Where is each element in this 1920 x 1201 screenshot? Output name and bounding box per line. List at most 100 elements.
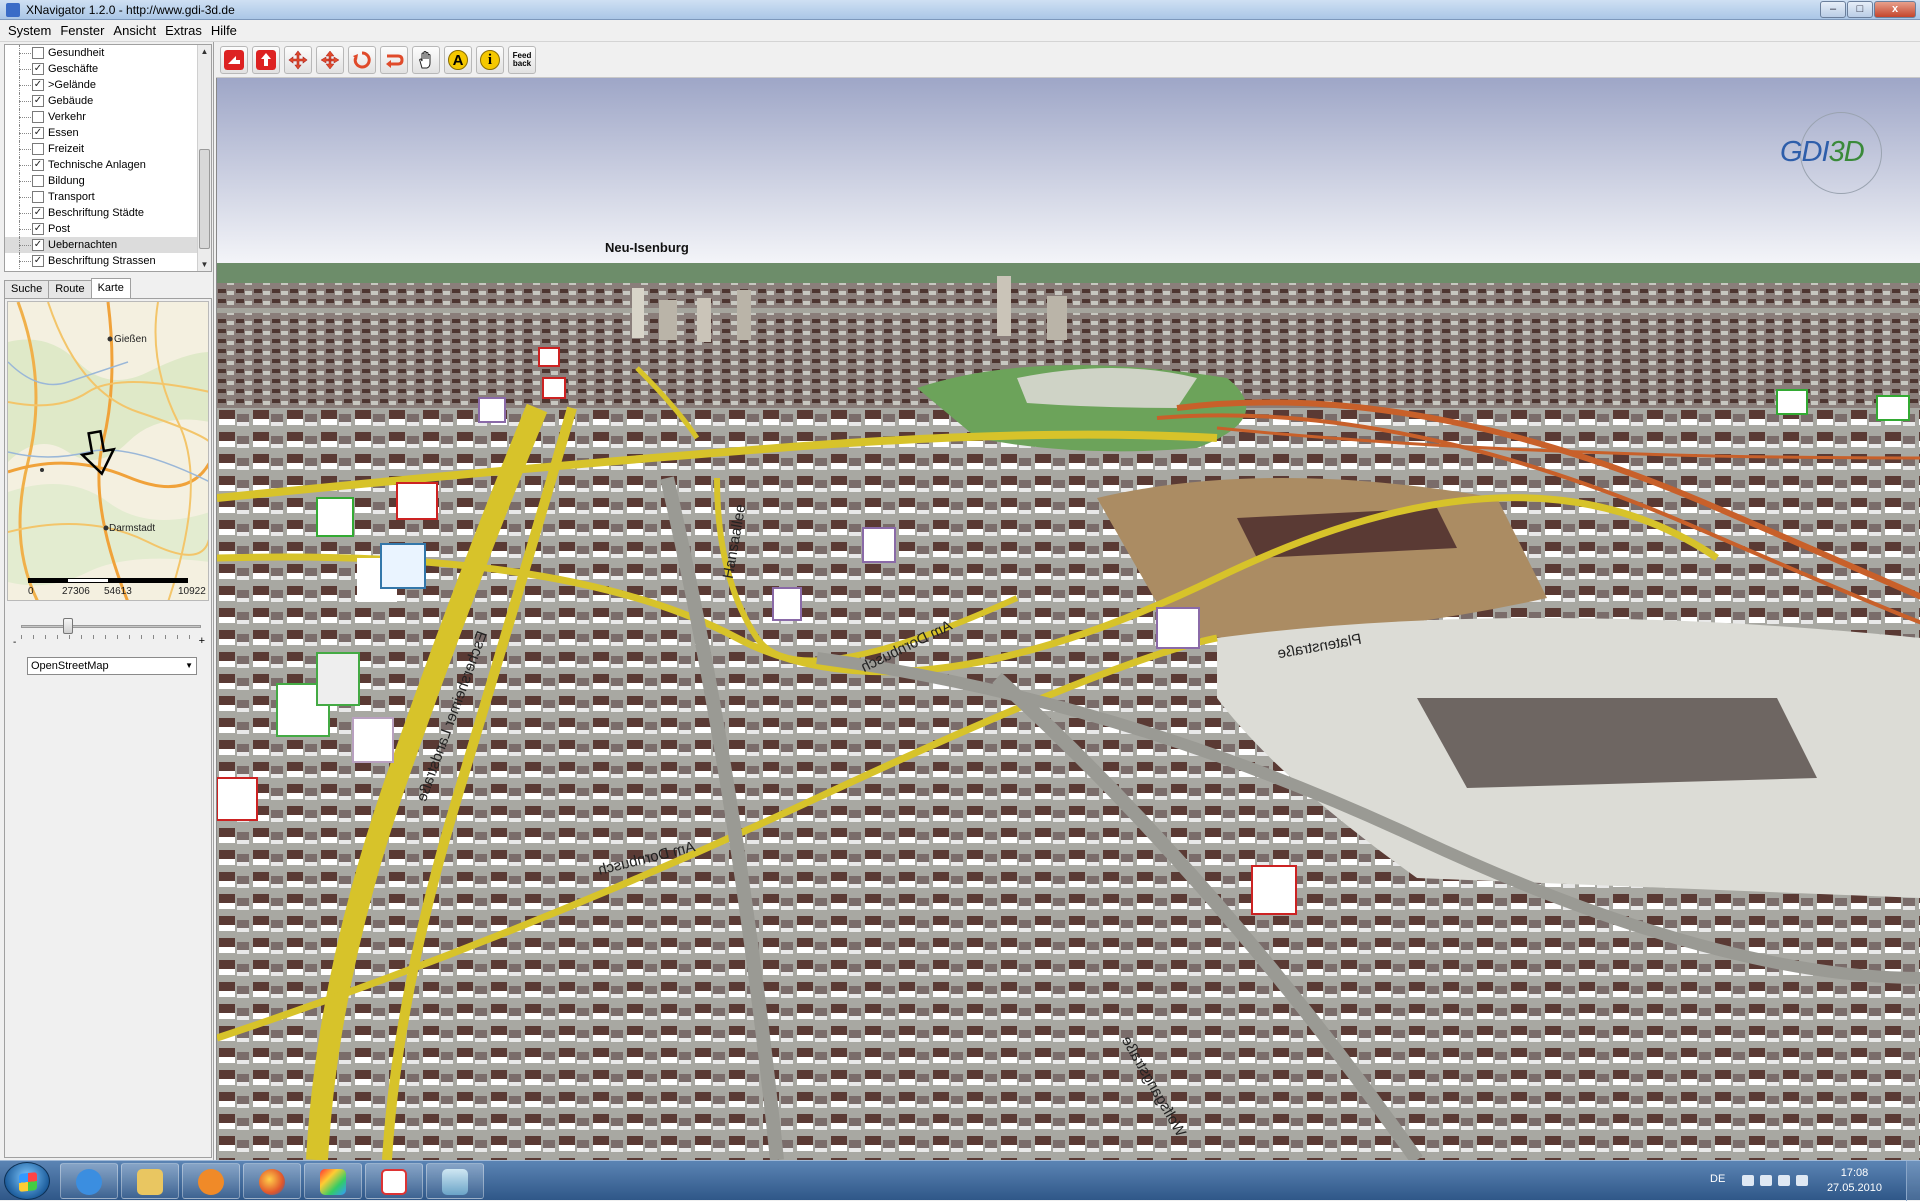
- maximize-button[interactable]: □: [1847, 1, 1873, 18]
- layer-checkbox[interactable]: ✓: [32, 255, 44, 267]
- windows-logo-icon: [19, 1172, 37, 1192]
- left-panel: Gesundheit ✓ Geschäfte ✓ >Gelände ✓ Gebäude Ver…: [0, 42, 214, 1160]
- tray-arrow-icon[interactable]: [1742, 1175, 1754, 1186]
- layer-checkbox[interactable]: ✓: [32, 239, 44, 251]
- layer-checkbox[interactable]: [32, 175, 44, 187]
- layer-checkbox[interactable]: ✓: [32, 159, 44, 171]
- tab-suche[interactable]: Suche: [4, 280, 50, 298]
- rotate-button[interactable]: [348, 46, 376, 74]
- taskbar-xnavigator[interactable]: [426, 1163, 484, 1199]
- letter-a-icon: A: [448, 50, 468, 70]
- layer-item[interactable]: ✓ Uebernachten: [5, 237, 211, 253]
- layer-label: Post: [48, 223, 71, 235]
- layer-item[interactable]: ✓ >Gelände: [5, 77, 211, 93]
- layer-checkbox[interactable]: [32, 191, 44, 203]
- scroll-thumb[interactable]: [199, 149, 210, 249]
- layer-label: Bildung: [48, 175, 85, 187]
- label-button[interactable]: A: [444, 46, 472, 74]
- layer-label: Gebäude: [48, 95, 94, 107]
- clock[interactable]: 17:08 27.05.2010: [1827, 1166, 1882, 1196]
- overview-map[interactable]: Gießen Darmstadt 0 27306 54613 10922: [7, 301, 209, 601]
- zoom-minus-label: -: [13, 637, 17, 648]
- language-indicator[interactable]: DE: [1710, 1173, 1725, 1185]
- layer-item[interactable]: ✓ Gebäude: [5, 93, 211, 109]
- close-button[interactable]: x: [1874, 1, 1916, 18]
- pan-button[interactable]: [284, 46, 312, 74]
- overview-map-graphic: [8, 302, 208, 600]
- layer-checkbox[interactable]: ✓: [32, 207, 44, 219]
- zoom-slider[interactable]: - +: [13, 615, 205, 648]
- red-arrow-up-icon: [256, 50, 276, 70]
- layer-label: Geschäfte: [48, 63, 99, 75]
- city-scene: [217, 78, 1920, 1160]
- zoom-slider-thumb[interactable]: [63, 618, 73, 634]
- layer-label: Technische Anlagen: [48, 159, 146, 171]
- taskbar-ie[interactable]: [60, 1163, 118, 1199]
- layer-item[interactable]: Transport: [5, 189, 211, 205]
- tab-karte[interactable]: Karte: [90, 278, 131, 298]
- map-source-select[interactable]: OpenStreetMap ▼: [27, 657, 197, 675]
- layer-label: Beschriftung Städte: [48, 207, 145, 219]
- menu-ansicht[interactable]: Ansicht: [111, 20, 163, 41]
- layer-item[interactable]: ✓ Post: [5, 221, 211, 237]
- scroll-up-icon[interactable]: ▲: [198, 45, 211, 58]
- taskbar-firefox[interactable]: [243, 1163, 301, 1199]
- show-desktop-button[interactable]: [1906, 1161, 1920, 1201]
- flag-icon[interactable]: [1760, 1175, 1772, 1186]
- layer-checkbox[interactable]: ✓: [32, 79, 44, 91]
- menu-fenster[interactable]: Fenster: [58, 20, 111, 41]
- taskbar-media-player[interactable]: [182, 1163, 240, 1199]
- move-button[interactable]: [316, 46, 344, 74]
- menu-system[interactable]: System: [6, 20, 58, 41]
- layer-checkbox[interactable]: ✓: [32, 63, 44, 75]
- hand-button[interactable]: [412, 46, 440, 74]
- city-label-neu-isenburg: Neu-Isenburg: [605, 240, 689, 255]
- minimize-button[interactable]: –: [1820, 1, 1846, 18]
- tab-route[interactable]: Route: [48, 280, 92, 298]
- paint-icon: [320, 1169, 346, 1195]
- layer-item[interactable]: Freizeit: [5, 141, 211, 157]
- layer-label: Beschriftung Strassen: [48, 255, 156, 267]
- explorer-icon: [137, 1169, 163, 1195]
- layer-item[interactable]: ✓ Beschriftung Strassen: [5, 253, 211, 269]
- layer-checkbox[interactable]: ✓: [32, 95, 44, 107]
- network-icon[interactable]: [1778, 1175, 1790, 1186]
- red-arrow-forward-icon: [224, 50, 244, 70]
- layer-item[interactable]: ✓ Beschriftung Städte: [5, 205, 211, 221]
- layer-checkbox[interactable]: [32, 47, 44, 59]
- scroll-down-icon[interactable]: ▼: [198, 258, 211, 271]
- java-icon: [381, 1169, 407, 1195]
- layer-item[interactable]: ✓ Essen: [5, 125, 211, 141]
- move-up-button[interactable]: [252, 46, 280, 74]
- taskbar-paint[interactable]: [304, 1163, 362, 1199]
- layer-item[interactable]: Verkehr: [5, 109, 211, 125]
- layer-tree-scrollbar[interactable]: ▲ ▼: [197, 45, 211, 271]
- feedback-button[interactable]: Feed back: [508, 46, 536, 74]
- layer-label: Gesundheit: [48, 47, 105, 59]
- layer-checkbox[interactable]: [32, 143, 44, 155]
- layer-label: Essen: [48, 127, 79, 139]
- menu-hilfe[interactable]: Hilfe: [209, 20, 244, 41]
- volume-icon[interactable]: [1796, 1175, 1808, 1186]
- taskbar-java[interactable]: [365, 1163, 423, 1199]
- start-button[interactable]: [4, 1162, 50, 1200]
- taskbar-explorer[interactable]: [121, 1163, 179, 1199]
- layer-label: Transport: [48, 191, 95, 203]
- city-label-giessen: Gießen: [114, 334, 147, 345]
- layer-item[interactable]: Gesundheit: [5, 45, 211, 61]
- move-forward-button[interactable]: [220, 46, 248, 74]
- info-button[interactable]: i: [476, 46, 504, 74]
- layer-item[interactable]: Bildung: [5, 173, 211, 189]
- layer-item[interactable]: ✓ Geschäfte: [5, 61, 211, 77]
- turn-button[interactable]: [380, 46, 408, 74]
- layer-checkbox[interactable]: ✓: [32, 127, 44, 139]
- media-player-icon: [198, 1169, 224, 1195]
- layer-checkbox[interactable]: [32, 111, 44, 123]
- layer-checkbox[interactable]: ✓: [32, 223, 44, 235]
- menu-extras[interactable]: Extras: [163, 20, 209, 41]
- panel-tabs: Suche Route Karte: [4, 278, 131, 298]
- layer-item[interactable]: ✓ Technische Anlagen: [5, 157, 211, 173]
- 3d-view[interactable]: GDI3D Neu-Isenburg Am Dornbusch Am Dornb…: [216, 78, 1920, 1160]
- app-icon: [6, 3, 20, 17]
- window-title: XNavigator 1.2.0 - http://www.gdi-3d.de: [26, 3, 235, 17]
